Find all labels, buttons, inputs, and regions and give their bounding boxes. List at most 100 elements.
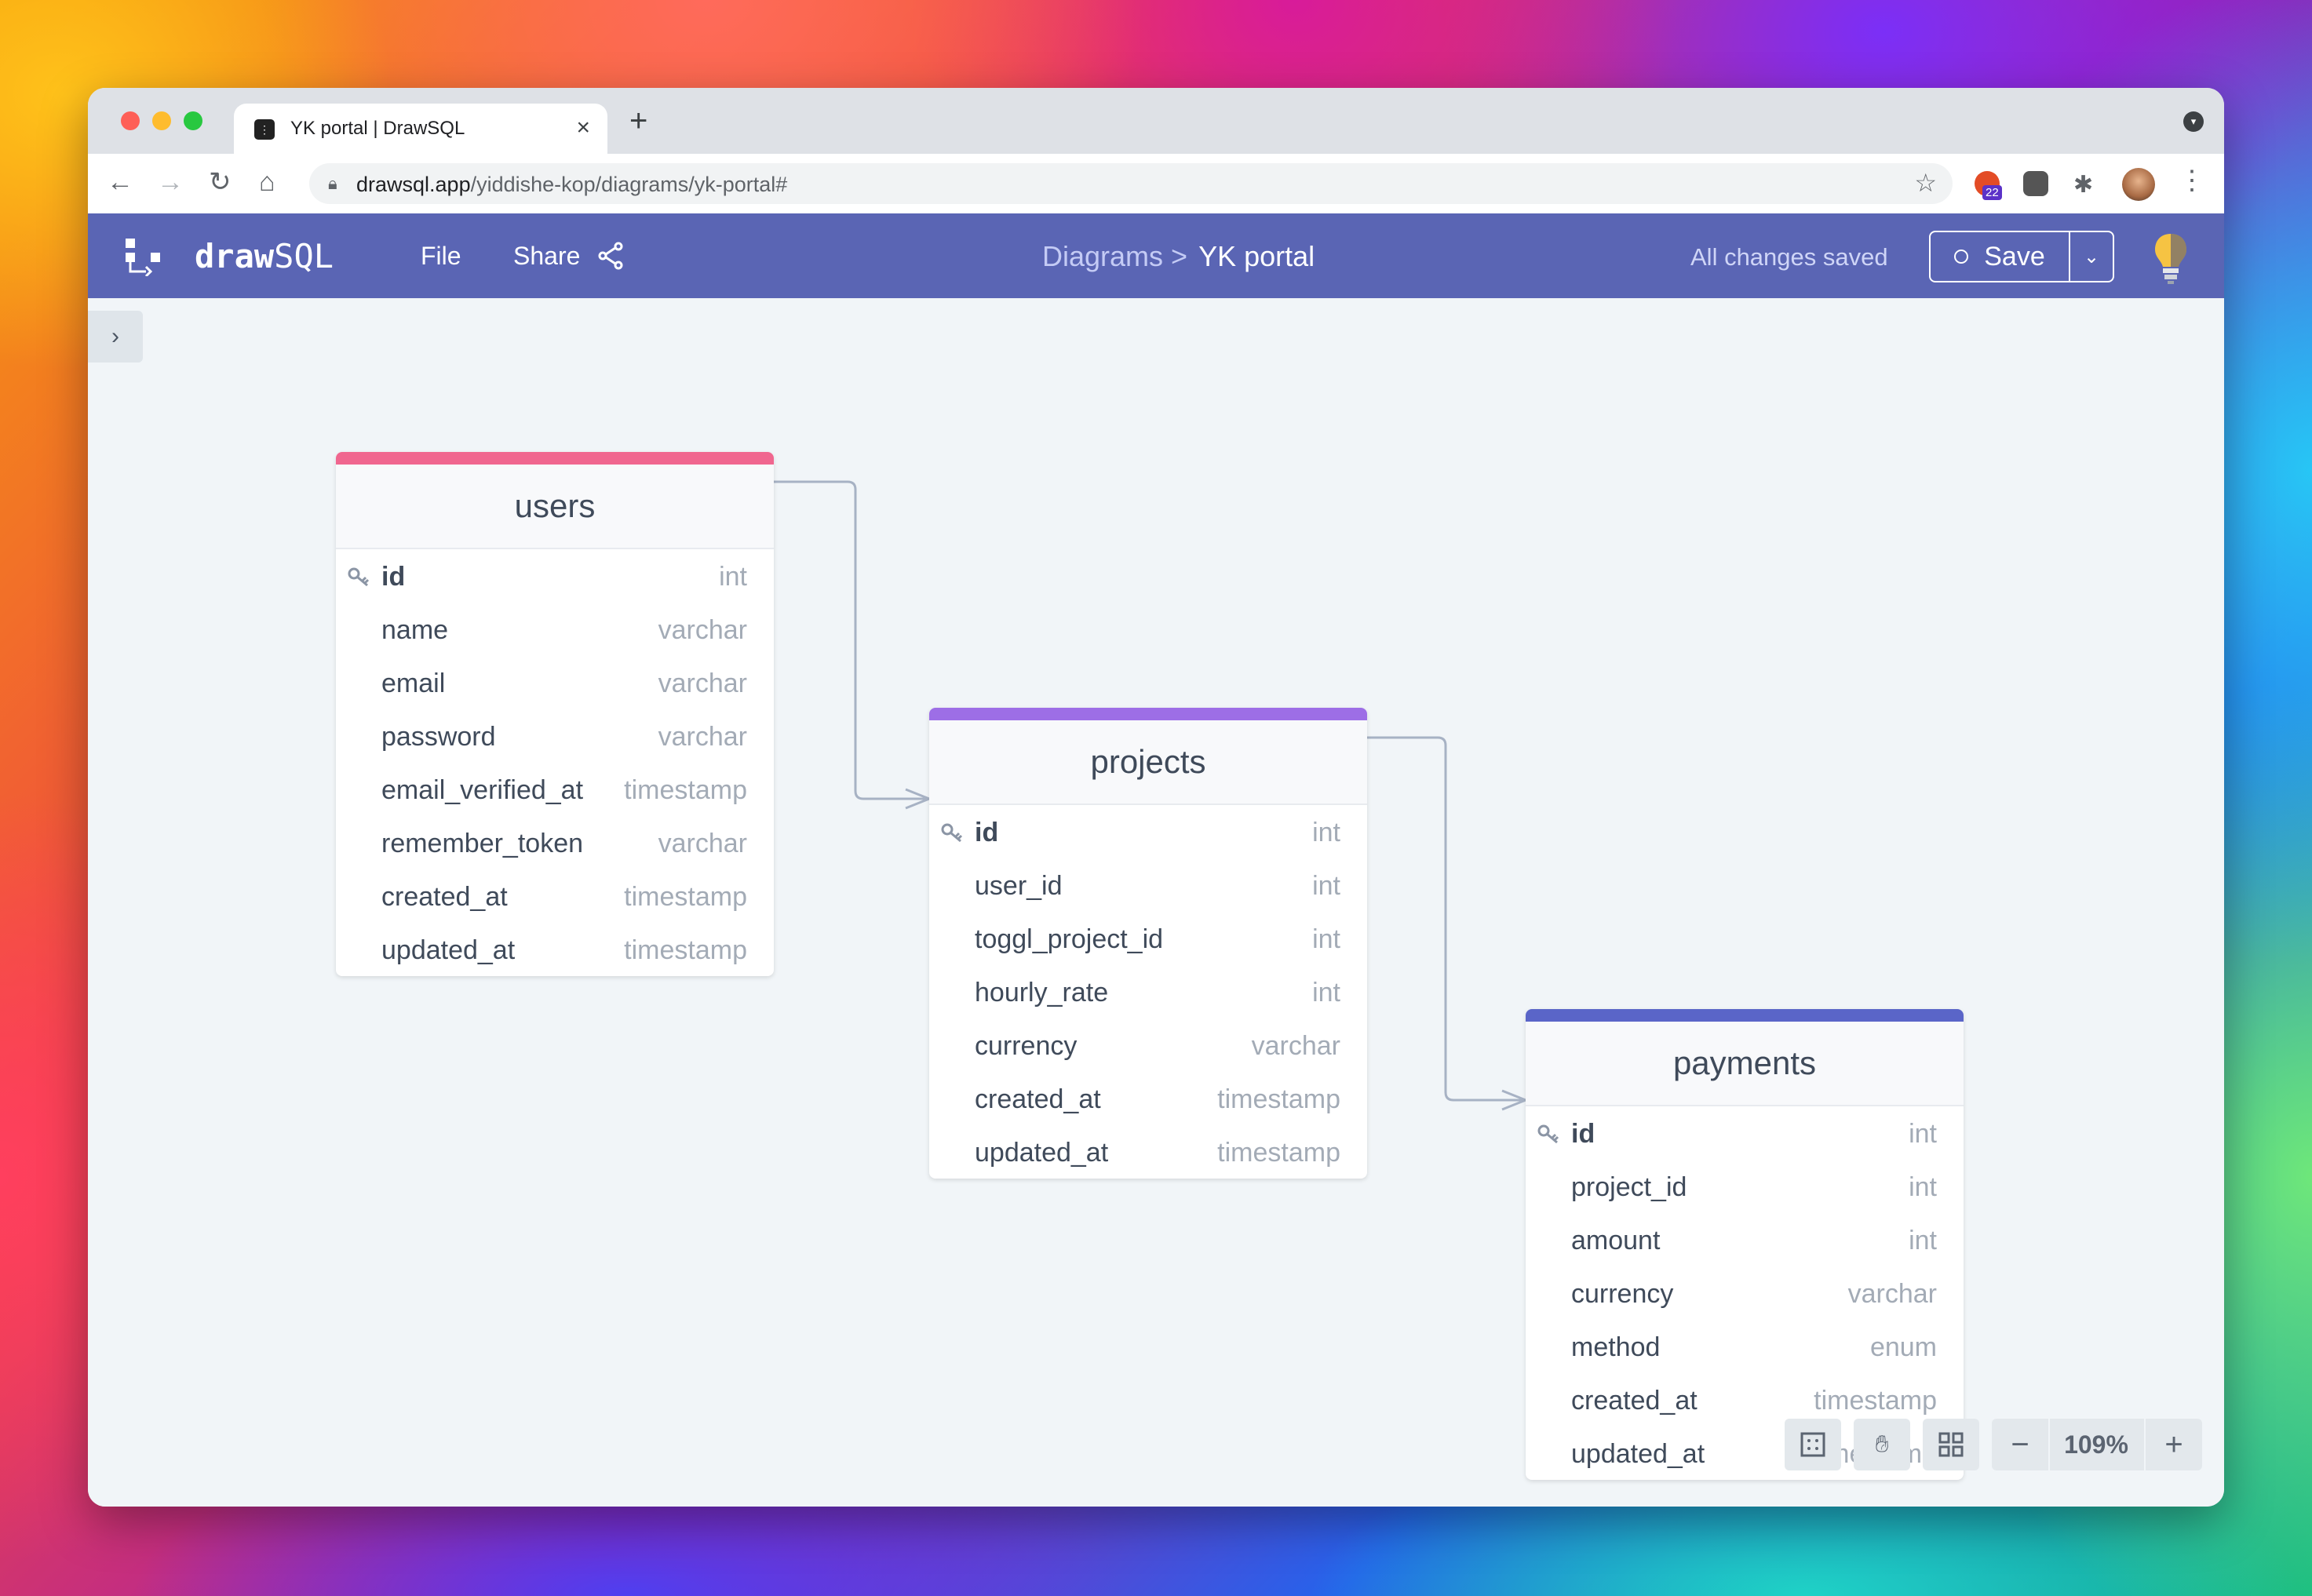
save-dropdown-button[interactable]: ⌄ [2069, 231, 2114, 282]
zoom-out-button[interactable]: − [1992, 1419, 2050, 1470]
column-name: updated_at [381, 935, 516, 965]
diagram-canvas[interactable]: › users id int name varchar email varchar … [88, 298, 2224, 1507]
drawsql-logo-icon[interactable] [122, 235, 163, 276]
url-input[interactable]: 🔒︎ drawsql.app/yiddishe-kop/diagrams/yk-… [309, 163, 1953, 204]
projects-payments-relationship[interactable] [1367, 736, 1526, 1102]
column-name: project_id [1571, 1172, 1687, 1202]
table-payments[interactable]: payments id int project_id int amount int … [1526, 1009, 1964, 1480]
table-users[interactable]: users id int name varchar email varchar pa… [336, 452, 774, 976]
column-type: int [1312, 978, 1340, 1008]
close-tab-icon[interactable]: × [576, 115, 590, 141]
share-icon[interactable] [595, 240, 626, 271]
column-type: int [1312, 871, 1340, 901]
column-row[interactable]: password varchar [336, 709, 774, 763]
column-row[interactable]: email varchar [336, 656, 774, 709]
column-type: int [1909, 1172, 1937, 1202]
column-row[interactable]: name varchar [336, 603, 774, 656]
drawsql-favicon-icon: ⋮ [254, 119, 275, 140]
table-name[interactable]: users [336, 465, 774, 549]
column-row[interactable]: id int [1526, 1106, 1964, 1160]
logo-text[interactable]: drawSQL [195, 237, 334, 275]
column-row[interactable]: toggl_project_id int [929, 912, 1367, 965]
tab-search-icon[interactable]: ▾ [2183, 111, 2204, 132]
column-type: timestamp [624, 882, 747, 912]
column-name: amount [1571, 1226, 1661, 1255]
column-name: updated_at [1571, 1439, 1705, 1469]
save-button[interactable]: Save [1929, 231, 2070, 282]
zoom-level[interactable]: 109% [2050, 1419, 2142, 1470]
table-name[interactable]: projects [929, 720, 1367, 805]
column-row[interactable]: updated_at timestamp [929, 1125, 1367, 1179]
column-name: currency [975, 1031, 1078, 1061]
bookmark-star-icon[interactable]: ☆ [1914, 168, 1937, 198]
column-row[interactable]: user_id int [929, 858, 1367, 912]
maximize-window-button[interactable] [184, 111, 202, 130]
column-row[interactable]: currency varchar [929, 1018, 1367, 1072]
pan-tool-button[interactable]: ✋︎ [1854, 1419, 1910, 1470]
column-type: varchar [1847, 1279, 1937, 1309]
url-text: drawsql.app/yiddishe-kop/diagrams/yk-por… [356, 173, 788, 196]
column-row[interactable]: currency varchar [1526, 1266, 1964, 1320]
column-name: user_id [975, 871, 1063, 901]
minus-icon: − [2011, 1427, 2029, 1462]
column-name: email [381, 669, 446, 698]
new-tab-button[interactable]: + [629, 104, 647, 139]
column-type: int [719, 562, 747, 592]
column-type: varchar [658, 669, 747, 698]
breadcrumb-current[interactable]: YK portal [1198, 240, 1315, 272]
column-type: timestamp [1814, 1386, 1937, 1416]
forward-icon[interactable]: → [157, 166, 184, 198]
column-row[interactable]: project_id int [1526, 1160, 1964, 1213]
column-type: int [1909, 1119, 1937, 1149]
column-type: varchar [1251, 1031, 1340, 1061]
column-type: enum [1869, 1332, 1937, 1362]
table-name[interactable]: payments [1526, 1022, 1964, 1106]
column-row[interactable]: email_verified_at timestamp [336, 763, 774, 816]
app-header: drawSQL File Share Diagrams > YK portal A… [88, 213, 2224, 298]
profile-avatar[interactable] [2122, 168, 2155, 201]
column-row[interactable]: id int [336, 549, 774, 603]
primary-key-icon [348, 567, 370, 587]
grid-layout-icon [1938, 1432, 1964, 1457]
column-row[interactable]: created_at timestamp [336, 869, 774, 923]
extension-icon[interactable]: 22 [1975, 171, 2002, 200]
column-type: int [1312, 818, 1340, 847]
grid-snap-button[interactable] [1785, 1419, 1841, 1470]
file-menu[interactable]: File [421, 242, 461, 271]
column-row[interactable]: created_at timestamp [929, 1072, 1367, 1125]
back-icon[interactable]: ← [107, 166, 133, 198]
column-row[interactable]: hourly_rate int [929, 965, 1367, 1018]
column-name: id [381, 562, 406, 592]
column-row[interactable]: updated_at timestamp [336, 923, 774, 976]
hand-icon: ✋︎ [1875, 1431, 1889, 1457]
column-type: varchar [658, 829, 747, 858]
column-row[interactable]: remember_token varchar [336, 816, 774, 869]
column-row[interactable]: amount int [1526, 1213, 1964, 1266]
close-window-button[interactable] [121, 111, 140, 130]
column-name: toggl_project_id [975, 924, 1164, 954]
table-projects[interactable]: projects id int user_id int toggl_project… [929, 708, 1367, 1179]
breadcrumb-diagrams-link[interactable]: Diagrams > [1042, 240, 1187, 272]
column-type: timestamp [624, 935, 747, 965]
tab-title: YK portal | DrawSQL [290, 118, 465, 139]
column-row[interactable]: id int [929, 805, 1367, 858]
browser-menu-icon[interactable]: ⋮ [2179, 165, 2205, 196]
share-menu[interactable]: Share [513, 242, 580, 271]
extensions-puzzle-icon[interactable]: ✱ [2073, 171, 2099, 198]
browser-tab[interactable]: ⋮ YK portal | DrawSQL × [234, 104, 607, 154]
bitwarden-extension-icon[interactable] [2023, 171, 2048, 196]
lightbulb-icon[interactable] [2150, 231, 2191, 287]
users-projects-relationship[interactable] [774, 480, 929, 800]
column-type: timestamp [624, 775, 747, 805]
home-icon[interactable]: ⌂ [259, 166, 275, 198]
dotted-grid-icon [1800, 1432, 1825, 1457]
zoom-in-button[interactable]: + [2144, 1419, 2202, 1470]
column-type: timestamp [1217, 1138, 1340, 1168]
minimize-window-button[interactable] [152, 111, 171, 130]
column-row[interactable]: method enum [1526, 1320, 1964, 1373]
column-type: int [1312, 924, 1340, 954]
column-name: password [381, 722, 496, 752]
column-name: hourly_rate [975, 978, 1109, 1008]
reload-icon[interactable]: ↻ [209, 166, 232, 198]
auto-arrange-button[interactable] [1923, 1419, 1979, 1470]
